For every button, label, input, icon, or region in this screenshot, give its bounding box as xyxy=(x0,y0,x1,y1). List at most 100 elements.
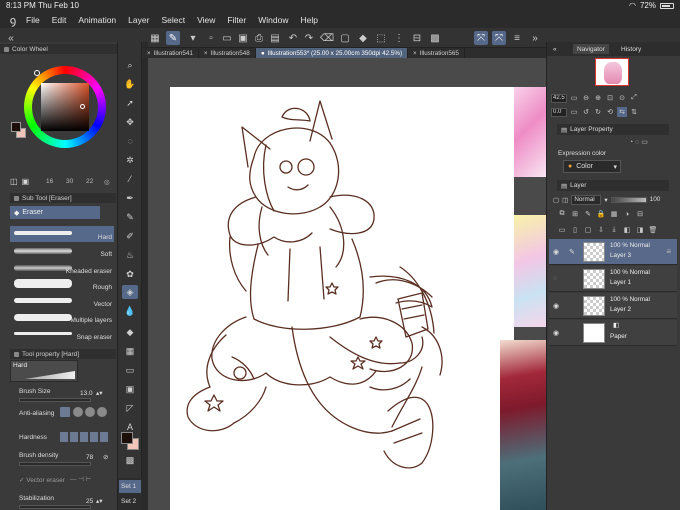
smoothing-icon[interactable]: ⤧ xyxy=(474,31,488,45)
subtool-group-eraser[interactable]: ◆ Eraser xyxy=(10,206,100,219)
pencil-tool-icon[interactable]: ✎ xyxy=(122,210,138,224)
actual-size-icon[interactable]: ⊙ xyxy=(617,93,627,103)
rotation-slider-icon[interactable]: ▭ xyxy=(569,107,579,117)
tab-illustration548[interactable]: × Illustration548 xyxy=(199,48,256,58)
menu-filter[interactable]: Filter xyxy=(227,15,246,25)
zoom-input[interactable] xyxy=(551,93,567,103)
collapse-right-icon[interactable]: » xyxy=(528,31,542,45)
redo-icon[interactable]: ↷ xyxy=(302,31,316,45)
main-color-swatch[interactable] xyxy=(11,122,21,132)
gradient-tool-icon[interactable]: ▦ xyxy=(122,344,138,358)
brush-rough[interactable]: Rough xyxy=(10,276,114,292)
navigator-preview[interactable] xyxy=(595,58,629,86)
new-file-icon[interactable]: ▫ xyxy=(204,31,218,45)
zoom-tool-icon[interactable]: ⌕ xyxy=(122,58,138,72)
hardness-level-4[interactable] xyxy=(90,432,98,442)
clear-icon[interactable]: ⌫ xyxy=(320,31,334,45)
brush-size-value[interactable]: 13.0 xyxy=(80,390,93,397)
layer-opacity-value[interactable]: 100 xyxy=(650,196,661,203)
set-2-button[interactable]: Set 2 xyxy=(119,495,141,508)
snap-icon[interactable]: ⊟ xyxy=(410,31,424,45)
color-settings-icon[interactable]: ◎ xyxy=(104,178,110,186)
hardness-level-3[interactable] xyxy=(80,432,88,442)
hardness-level-5[interactable] xyxy=(100,432,108,442)
drawing-paper[interactable] xyxy=(170,87,514,510)
collapse-icon[interactable]: « xyxy=(549,44,561,54)
stabilization-stepper-icon[interactable]: ▴▾ xyxy=(96,497,103,505)
visibility-eye-icon[interactable]: ◉ xyxy=(553,302,559,310)
layer-row-layer-2[interactable]: ◉ 100 % Normal Layer 2 xyxy=(549,293,677,319)
brush-setting-icon[interactable]: ▾ xyxy=(186,31,200,45)
layer-mask-enable-icon[interactable]: ◑ xyxy=(622,209,632,219)
merge-down-icon[interactable]: ⤓ xyxy=(609,225,619,235)
save-icon[interactable]: ▣ xyxy=(236,31,250,45)
move-layer-tool-icon[interactable]: ✥ xyxy=(122,115,138,129)
chevron-down-icon[interactable]: ▾ xyxy=(604,196,607,204)
fill-tool-icon[interactable]: ◆ xyxy=(122,325,138,339)
hand-tool-icon[interactable]: ✋ xyxy=(122,77,138,91)
reset-rotation-icon[interactable]: ⟲ xyxy=(605,107,615,117)
open-file-icon[interactable]: ▭ xyxy=(220,31,234,45)
stabilization-value[interactable]: 25 xyxy=(86,498,93,505)
layer-mode-icon[interactable]: ◫ xyxy=(562,196,568,204)
auto-select-tool-icon[interactable]: ✲ xyxy=(122,153,138,167)
ruler-tool-icon[interactable]: ◸ xyxy=(122,401,138,415)
anti-aliasing-medium[interactable] xyxy=(85,407,95,417)
operation-tool-icon[interactable]: ➚ xyxy=(122,96,138,110)
hue-marker[interactable] xyxy=(34,70,40,76)
menu-file[interactable]: File xyxy=(26,15,40,25)
fill-icon[interactable]: ◆ xyxy=(356,31,370,45)
visibility-eye-icon[interactable]: ◉ xyxy=(553,248,559,256)
vector-eraser-options-icon[interactable]: — ⊣ ⊢ xyxy=(70,475,91,483)
tab-history[interactable]: History xyxy=(617,44,645,54)
hls-mode-icon[interactable]: ▣ xyxy=(22,177,30,186)
figure-tool-icon[interactable]: ▭ xyxy=(122,363,138,377)
layer-row-paper[interactable]: ◉ ◧ Paper xyxy=(549,320,677,346)
rotate-left-icon[interactable]: ↺ xyxy=(581,107,591,117)
layer-property-effect-icons[interactable]: ◔ ◌ ▭ xyxy=(629,138,648,146)
visibility-eye-icon[interactable]: ○ xyxy=(553,275,557,282)
hsv-mode-icon[interactable]: ◫ xyxy=(10,177,18,186)
layer-handle-icon[interactable]: ≡ xyxy=(666,247,671,256)
deselect-icon[interactable]: ▢ xyxy=(338,31,352,45)
transform-icon[interactable]: ⬚ xyxy=(374,31,388,45)
anti-aliasing-strong[interactable] xyxy=(97,407,107,417)
ruler-icon[interactable]: ⋮ xyxy=(392,31,406,45)
stabilization-slider[interactable] xyxy=(19,505,91,509)
brush-size-stepper-icon[interactable]: ▴▾ xyxy=(96,389,103,397)
reference-layer-icon[interactable]: ⊞ xyxy=(570,209,580,219)
clip-lower-layer-icon[interactable]: ⧉ xyxy=(557,209,567,219)
expression-color-dropdown[interactable]: ● Color ▾ xyxy=(563,160,621,173)
layer-opacity-slider[interactable] xyxy=(610,196,647,203)
grid-icon[interactable]: ▩ xyxy=(428,31,442,45)
lock-transparency-icon[interactable]: ▦ xyxy=(609,209,619,219)
flip-horizontal-icon[interactable]: ⇆ xyxy=(617,107,627,117)
quick-access-icon[interactable]: ▤ xyxy=(268,31,282,45)
vector-snap-icon[interactable]: ⤧ xyxy=(492,31,506,45)
delete-layer-icon[interactable]: 🗑 xyxy=(648,225,658,235)
tab-illustration565[interactable]: × Illustration565 xyxy=(408,48,465,58)
hardness-level-1[interactable] xyxy=(60,432,68,442)
export-icon[interactable]: ⎙ xyxy=(252,31,266,45)
blend-mode-dropdown[interactable]: Normal xyxy=(571,194,602,205)
airbrush-tool-icon[interactable]: ♨ xyxy=(122,248,138,262)
new-raster-layer-icon[interactable]: ▭ xyxy=(557,225,567,235)
transparent-color-icon[interactable]: ▩ xyxy=(122,453,138,467)
frame-tool-icon[interactable]: ▣ xyxy=(122,382,138,396)
tab-navigator[interactable]: Navigator xyxy=(573,44,609,54)
draft-layer-icon[interactable]: ✎ xyxy=(583,209,593,219)
visibility-eye-icon[interactable]: ◉ xyxy=(553,329,559,337)
close-icon[interactable]: × xyxy=(147,50,151,57)
hardness-level-2[interactable] xyxy=(70,432,78,442)
transfer-down-icon[interactable]: ⇩ xyxy=(596,225,606,235)
anti-aliasing-none[interactable] xyxy=(60,407,70,417)
layer-row-layer-1[interactable]: ○ 100 % Normal Layer 1 xyxy=(549,266,677,292)
menu-select[interactable]: Select xyxy=(161,15,185,25)
app-logo-icon[interactable]: ꝯ xyxy=(0,13,26,28)
brush-soft[interactable]: Soft xyxy=(10,243,114,259)
decoration-tool-icon[interactable]: ✿ xyxy=(122,267,138,281)
tab-illustration553[interactable]: ● Illustration553* (25.00 x 25.00cm 350d… xyxy=(255,48,409,58)
undo-icon[interactable]: ↶ xyxy=(286,31,300,45)
rotate-right-icon[interactable]: ↻ xyxy=(593,107,603,117)
pen-pressure-icon[interactable]: ✎ xyxy=(166,31,180,45)
